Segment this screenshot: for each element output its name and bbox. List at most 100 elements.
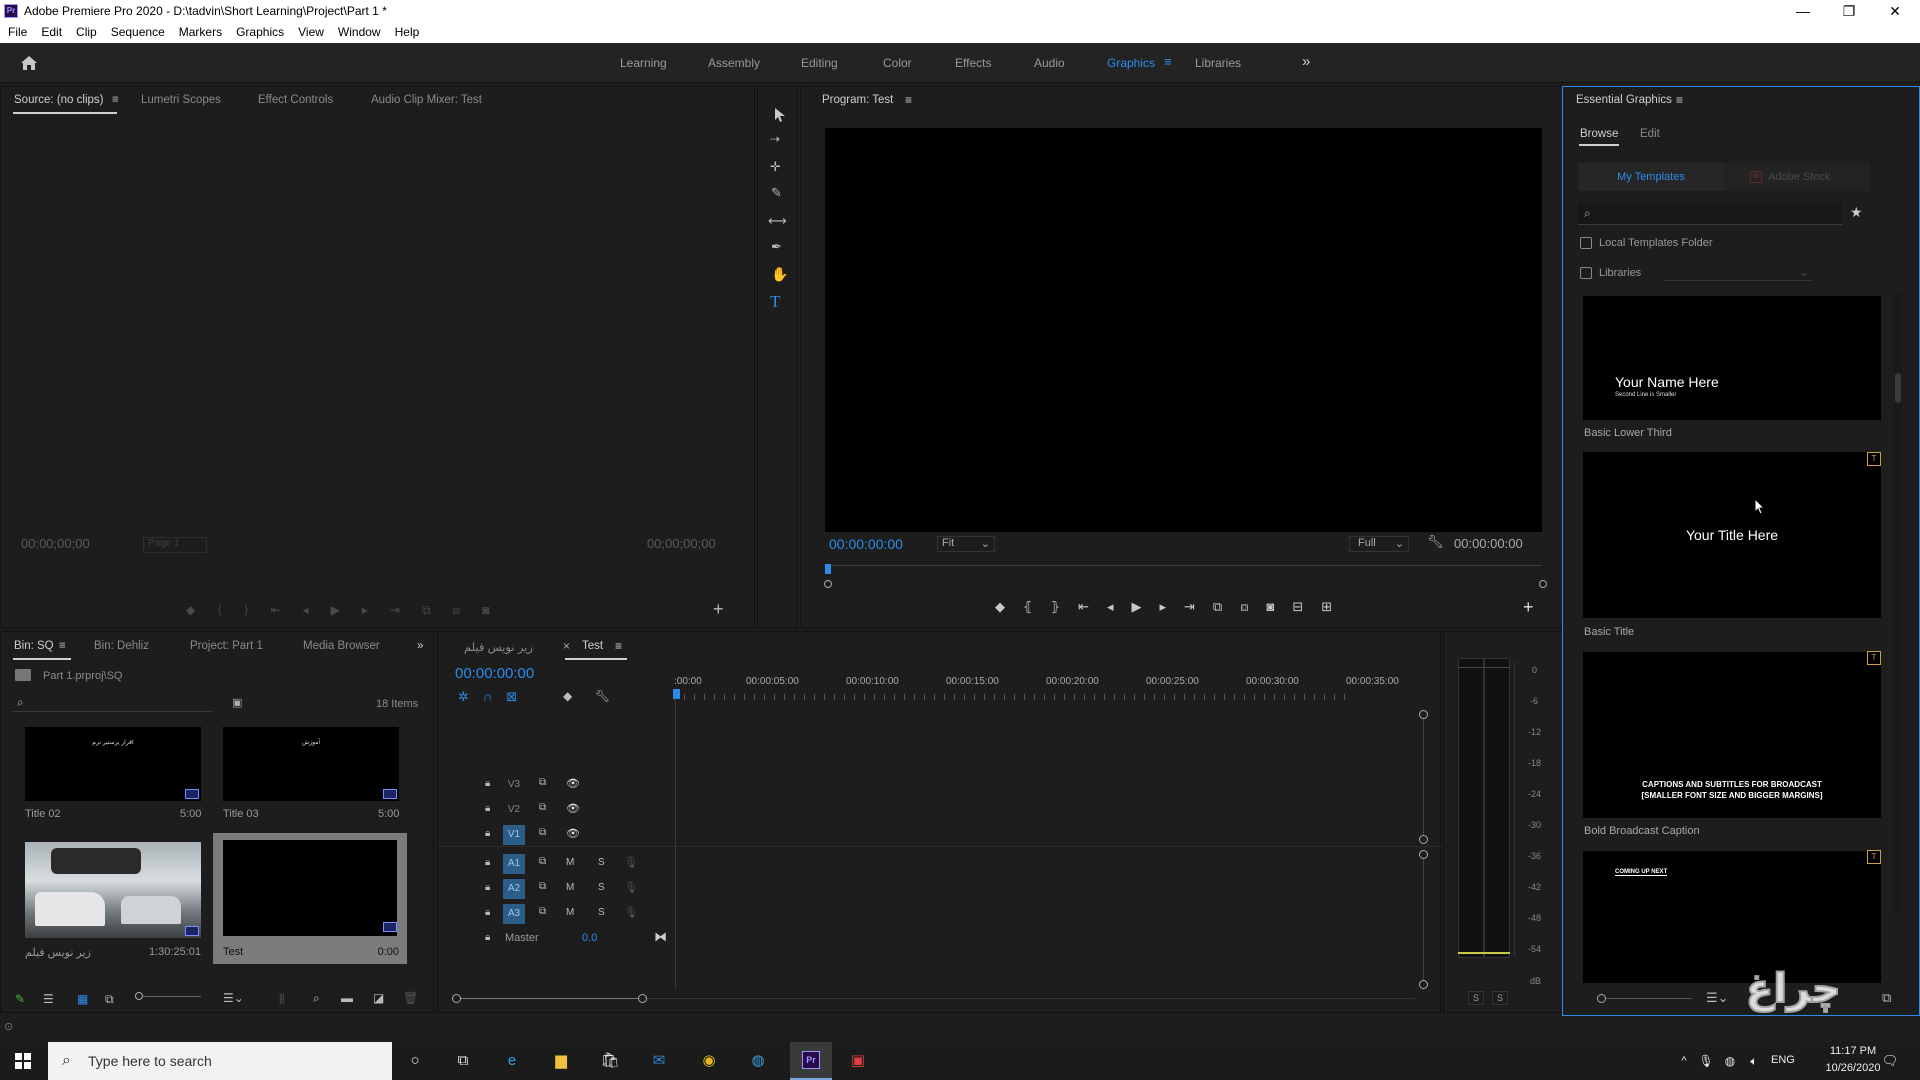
razor-tool-icon[interactable]: ✎ (771, 185, 782, 201)
templates-scrollbar-thumb[interactable] (1895, 373, 1901, 403)
vscroll-handle-mid[interactable] (1419, 835, 1428, 844)
thumbnail-title-02[interactable]: اقرار پرستیر نرم (25, 727, 201, 801)
microphone-icon[interactable]: 🎙︎ (624, 856, 638, 869)
program-timecode[interactable]: 00:00:00:00 (829, 536, 903, 552)
tab-browse[interactable]: Browse (1580, 128, 1618, 140)
hscroll-handle-right[interactable] (638, 994, 647, 1003)
browser-globe-icon[interactable]: ◍ (746, 1050, 770, 1072)
lock-icon[interactable]: 🔒︎ (485, 907, 490, 918)
my-templates-button[interactable]: My Templates (1578, 163, 1724, 191)
solo-button[interactable]: S (598, 907, 605, 918)
close-icon[interactable]: × (563, 639, 570, 653)
volume-icon[interactable]: 🔈︎ (1742, 1050, 1766, 1072)
sync-lock-icon[interactable]: ⧉ (539, 827, 546, 838)
hand-tool-icon[interactable]: ✋ (771, 266, 788, 283)
solo-button[interactable]: S (598, 857, 605, 868)
menu-window[interactable]: Window (331, 22, 388, 43)
hscroll-handle-left[interactable] (452, 994, 461, 1003)
hscroll-bar[interactable] (461, 998, 638, 999)
workspace-editing[interactable]: Editing (801, 56, 838, 70)
notifications-icon[interactable]: 🗨︎ (1878, 1050, 1902, 1072)
essential-graphics-menu-icon[interactable]: ≡ (1676, 93, 1683, 107)
vscroll-handle-top[interactable] (1419, 710, 1428, 719)
solo-right-button[interactable]: S (1492, 991, 1508, 1005)
panel-overflow-icon[interactable]: » (417, 640, 423, 652)
mute-button[interactable]: M (566, 882, 574, 893)
track-v2[interactable]: V2 (503, 800, 525, 820)
lock-icon[interactable]: 🔒︎ (485, 882, 490, 893)
lock-icon[interactable]: 🔒︎ (485, 828, 490, 839)
program-add-button-icon[interactable]: + (1523, 597, 1534, 618)
program-title[interactable]: Program: Test (822, 94, 893, 106)
eye-icon[interactable]: 👁︎ (566, 777, 580, 790)
add-marker-icon[interactable]: ◆ (563, 689, 572, 703)
track-v3[interactable]: V3 (503, 775, 525, 795)
minimize-button[interactable]: — (1780, 0, 1826, 22)
timeline-timecode[interactable]: 00:00:00:00 (455, 665, 534, 682)
sync-lock-icon[interactable]: ⧉ (539, 777, 546, 788)
go-to-end-icon[interactable]: ⧓ (654, 929, 667, 945)
ripple-edit-tool-icon[interactable]: ✛ (770, 159, 781, 175)
menu-view[interactable]: View (291, 22, 331, 43)
new-bin-icon[interactable]: ▬ (341, 991, 353, 1005)
timeline-toolbar-icons[interactable]: ✲∩⊠ (458, 689, 531, 705)
microphone-icon[interactable]: 🎙︎ (1694, 1050, 1718, 1072)
sync-lock-icon[interactable]: ⧉ (539, 856, 546, 867)
microphone-icon[interactable]: 🎙︎ (624, 906, 638, 919)
tab-source-menu-icon[interactable]: ≡ (112, 94, 119, 106)
workspace-menu-icon[interactable]: ≡ (1164, 54, 1172, 69)
menu-edit[interactable]: Edit (34, 22, 69, 43)
resolution-dropdown[interactable]: Full ⌄ (1349, 536, 1409, 552)
sort-icon[interactable]: ☰⌄ (223, 991, 244, 1005)
eye-icon[interactable]: 👁︎ (566, 802, 580, 815)
timeline-settings-wrench-icon[interactable]: 🔧︎ (595, 689, 610, 703)
workspace-audio[interactable]: Audio (1034, 56, 1065, 70)
lock-icon[interactable]: 🔒︎ (485, 778, 490, 789)
pencil-icon[interactable]: ✎ (15, 992, 25, 1006)
timeline-menu-icon[interactable]: ≡ (615, 639, 622, 653)
template-coming-up-next[interactable]: COMING UP NEXT (1583, 851, 1881, 983)
source-add-button-icon[interactable]: + (713, 599, 724, 620)
source-page-dropdown[interactable]: Page 1 (143, 537, 207, 553)
workspace-assembly[interactable]: Assembly (708, 56, 760, 70)
show-hidden-icons-chevron-icon[interactable]: ^ (1672, 1050, 1696, 1072)
workspace-graphics[interactable]: Graphics (1107, 56, 1155, 70)
workspace-color[interactable]: Color (883, 56, 912, 70)
menu-help[interactable]: Help (388, 22, 427, 43)
cortana-icon[interactable]: ○ (403, 1050, 427, 1072)
lock-icon[interactable]: 🔒︎ (485, 803, 490, 814)
tab-bin-dehliz[interactable]: Bin: Dehliz (94, 640, 149, 652)
new-item-icon[interactable]: ◪ (373, 991, 384, 1005)
source-timecode-in[interactable]: 00;00;00;00 (21, 536, 90, 551)
time-ruler[interactable] (674, 694, 1354, 700)
template-basic-title[interactable]: Your Title Here (1583, 452, 1881, 618)
lock-icon[interactable]: 🔒︎ (485, 932, 490, 943)
taskbar-search-input[interactable]: ⌕ Type here to search (48, 1042, 392, 1080)
maximize-button[interactable]: ❐ (1826, 0, 1872, 22)
icon-view-icon[interactable]: ▦ (77, 992, 88, 1006)
item-name[interactable]: زیر نویس فیلم (25, 946, 91, 959)
templates-search-input[interactable]: ⌕ (1578, 203, 1842, 225)
local-templates-checkbox[interactable] (1580, 237, 1592, 249)
new-bin-from-search-icon[interactable]: ▣ (232, 696, 242, 709)
menu-markers[interactable]: Markers (172, 22, 229, 43)
track-v1[interactable]: V1 (503, 825, 525, 845)
microsoft-store-icon[interactable]: 🛍︎ (598, 1050, 622, 1072)
item-name[interactable]: Title 03 (223, 808, 259, 820)
essential-graphics-title[interactable]: Essential Graphics (1576, 94, 1672, 106)
zoom-handle-left[interactable] (824, 580, 832, 588)
source-transport-controls[interactable]: ◆⟨⟩⇤◂▶▸⇥⧉⧈◙ (186, 603, 511, 618)
program-menu-icon[interactable]: ≡ (905, 93, 912, 107)
template-basic-lower-third[interactable]: Your Name Here Second Line is Smaller (1583, 296, 1881, 420)
workspace-learning[interactable]: Learning (620, 56, 667, 70)
find-icon[interactable]: ⌕ (313, 991, 320, 1006)
pen-tool-icon[interactable]: ✒ (771, 239, 782, 255)
eye-icon[interactable]: 👁︎ (566, 827, 580, 840)
sort-icon[interactable]: ☰⌄ (1706, 990, 1729, 1006)
sync-lock-icon[interactable]: ⧉ (539, 802, 546, 813)
tab-effect-controls[interactable]: Effect Controls (258, 94, 333, 106)
tab-sequence-subtitle[interactable]: زیر نویس فیلم (464, 640, 533, 654)
pdf-app-icon[interactable]: ▣ (846, 1050, 870, 1072)
solo-button[interactable]: S (598, 882, 605, 893)
item-name[interactable]: Title 02 (25, 808, 61, 820)
